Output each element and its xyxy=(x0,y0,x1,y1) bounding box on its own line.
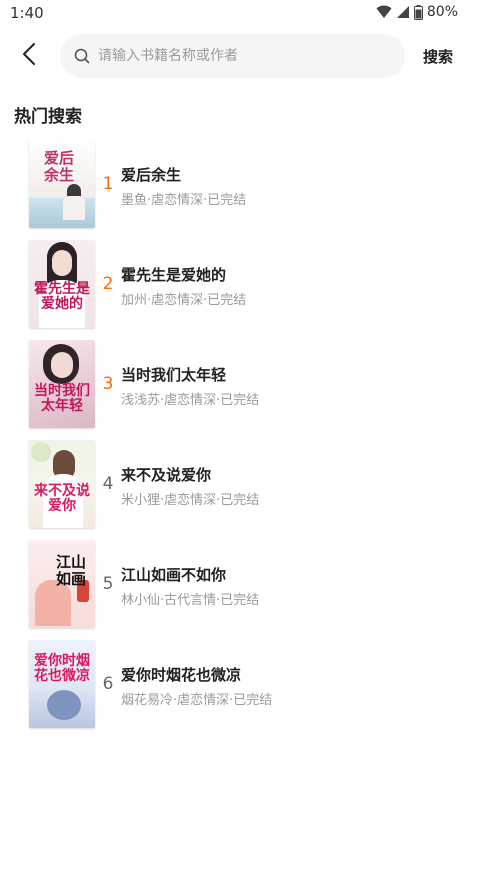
cover-title: 当时我们太年轻 xyxy=(34,383,90,414)
book-title: 霍先生是爱她的 xyxy=(121,266,227,284)
book-cover: 江山如画 xyxy=(29,540,95,628)
book-cover: 霍先生是爱她的 xyxy=(29,240,95,328)
rank-number: 6 xyxy=(102,674,114,694)
search-box[interactable] xyxy=(60,34,405,78)
book-title: 当时我们太年轻 xyxy=(121,366,227,384)
book-meta: 加州·虐恋情深·已完结 xyxy=(121,293,247,308)
search-input[interactable] xyxy=(98,36,388,76)
book-meta: 烟花易冷·虐恋情深·已完结 xyxy=(121,693,273,708)
list-item[interactable]: 爱你时烟花也微凉 6 爱你时烟花也微凉 烟花易冷·虐恋情深·已完结 xyxy=(0,640,490,740)
battery-percent: 80% xyxy=(426,4,458,20)
battery-icon xyxy=(413,4,423,20)
list-item[interactable]: 来不及说爱你 4 来不及说爱你 米小狸·虐恋情深·已完结 xyxy=(0,440,490,540)
book-meta: 浅浅苏·虐恋情深·已完结 xyxy=(121,393,260,408)
cover-title: 来不及说爱你 xyxy=(34,483,90,514)
wifi-icon xyxy=(376,5,392,19)
rank-number: 5 xyxy=(102,574,114,594)
search-button[interactable]: 搜索 xyxy=(414,34,462,78)
signal-icon xyxy=(396,5,410,19)
book-cover: 爱你时烟花也微凉 xyxy=(29,640,95,728)
book-title: 爱后余生 xyxy=(121,166,182,184)
status-time: 1:40 xyxy=(10,4,44,22)
rank-number: 4 xyxy=(102,474,114,494)
book-meta: 墨鱼·虐恋情深·已完结 xyxy=(121,193,247,208)
rank-number: 2 xyxy=(102,274,114,294)
cover-title: 江山如画 xyxy=(55,553,86,588)
book-cover: 爱后余生 xyxy=(29,140,95,228)
search-header: 搜索 xyxy=(0,34,490,78)
rank-number: 3 xyxy=(102,374,114,394)
list-item[interactable]: 当时我们太年轻 3 当时我们太年轻 浅浅苏·虐恋情深·已完结 xyxy=(0,340,490,440)
list-item[interactable]: 江山如画 5 江山如画不如你 林小仙·古代言情·已完结 xyxy=(0,540,490,640)
list-item[interactable]: 霍先生是爱她的 2 霍先生是爱她的 加州·虐恋情深·已完结 xyxy=(0,240,490,340)
cover-title: 爱后余生 xyxy=(43,149,74,184)
rank-number: 1 xyxy=(102,174,114,194)
hot-search-list: 爱后余生 1 爱后余生 墨鱼·虐恋情深·已完结 霍先生是爱她的 2 霍先生是爱她… xyxy=(0,140,490,740)
status-bar: 1:40 80% xyxy=(0,0,490,28)
book-cover: 来不及说爱你 xyxy=(29,440,95,528)
back-button[interactable] xyxy=(14,40,44,72)
book-title: 来不及说爱你 xyxy=(121,466,212,484)
book-cover: 当时我们太年轻 xyxy=(29,340,95,428)
cover-title: 爱你时烟花也微凉 xyxy=(34,653,90,684)
book-title: 爱你时烟花也微凉 xyxy=(121,666,242,684)
book-title: 江山如画不如你 xyxy=(121,566,227,584)
book-meta: 林小仙·古代言情·已完结 xyxy=(121,593,260,608)
chevron-left-icon xyxy=(22,42,36,70)
section-title: 热门搜索 xyxy=(14,107,82,127)
book-meta: 米小狸·虐恋情深·已完结 xyxy=(121,493,260,508)
cover-title: 霍先生是爱她的 xyxy=(34,281,90,312)
list-item[interactable]: 爱后余生 1 爱后余生 墨鱼·虐恋情深·已完结 xyxy=(0,140,490,240)
status-icons: 80% xyxy=(376,4,458,20)
search-icon xyxy=(72,46,92,66)
